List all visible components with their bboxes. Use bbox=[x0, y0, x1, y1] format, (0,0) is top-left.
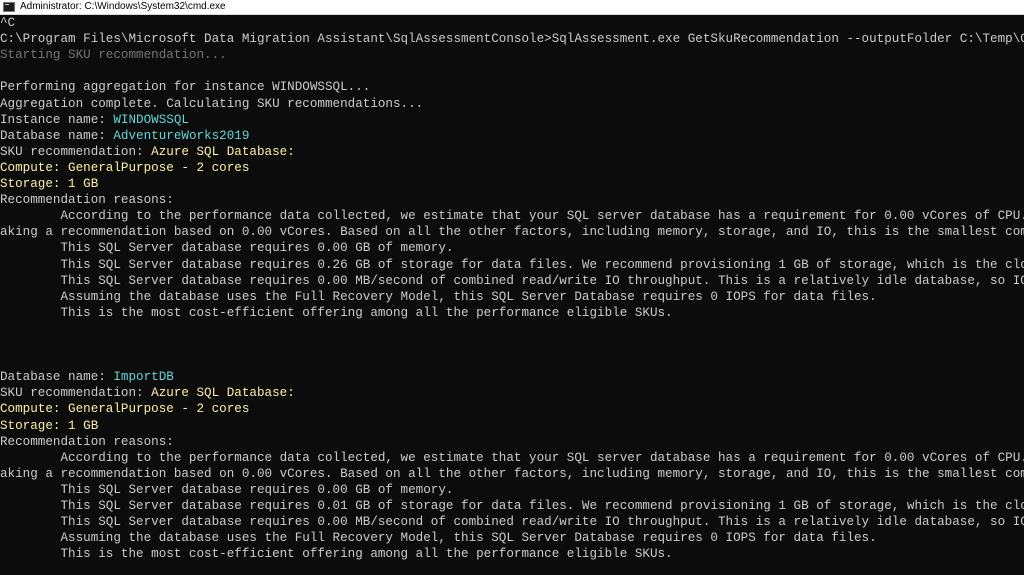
console-text: This is the most cost-efficient offering… bbox=[0, 547, 673, 562]
console-line: This SQL Server database requires 0.00 M… bbox=[0, 273, 1024, 289]
console-line: Recommendation reasons: bbox=[0, 434, 174, 450]
console-line: Assuming the database uses the Full Reco… bbox=[0, 289, 877, 305]
console-line: This SQL Server database requires 0.00 G… bbox=[0, 240, 453, 256]
console-line: SKU recommendation: Azure SQL Database: bbox=[0, 144, 295, 160]
console-text: Assuming the database uses the Full Reco… bbox=[0, 531, 877, 546]
console-text: Performing aggregation for instance WIND… bbox=[0, 80, 371, 95]
console-line: This SQL Server database requires 0.26 G… bbox=[0, 257, 1024, 273]
console-line: According to the performance data collec… bbox=[0, 208, 1024, 224]
console-line: Aggregation complete. Calculating SKU re… bbox=[0, 96, 423, 112]
console-line: According to the performance data collec… bbox=[0, 450, 1024, 466]
console-text: aking a recommendation based on 0.00 vCo… bbox=[0, 225, 1024, 240]
console-text: SKU recommendation: bbox=[0, 144, 152, 159]
console-text: This SQL Server database requires 0.00 M… bbox=[0, 515, 1024, 530]
console-text: According to the performance data collec… bbox=[0, 209, 1024, 224]
console-text: Database name: bbox=[0, 370, 114, 385]
console-line: ^C bbox=[0, 15, 15, 31]
console-text: This SQL Server database requires 0.00 G… bbox=[0, 482, 454, 497]
console-text: Assuming the database uses the Full Reco… bbox=[0, 289, 877, 304]
console-text: Azure SQL Database: bbox=[151, 144, 295, 159]
console-text: According to the performance data collec… bbox=[0, 450, 1024, 465]
console-line: C:\Program Files\Microsoft Data Migratio… bbox=[0, 31, 1024, 47]
console-line: Storage: 1 GB bbox=[0, 176, 98, 192]
console-output[interactable]: ^C C:\Program Files\Microsoft Data Migrat… bbox=[0, 15, 1024, 575]
console-line: Recommendation reasons: bbox=[0, 192, 174, 208]
console-text: Compute: GeneralPurpose - 2 cores bbox=[0, 402, 250, 417]
console-line: This SQL Server database requires 0.00 M… bbox=[0, 514, 1024, 530]
console-text: WINDOWSSQL bbox=[113, 112, 189, 127]
console-text: Instance name: bbox=[0, 112, 114, 127]
console-line: SKU recommendation: Azure SQL Database: bbox=[0, 385, 295, 401]
console-line: Performing aggregation for instance WIND… bbox=[0, 79, 370, 95]
console-text: Recommendation reasons: bbox=[0, 193, 174, 208]
title-bar[interactable]: Administrator: C:\Windows\System32\cmd.e… bbox=[0, 0, 1024, 15]
console-text: Database name: bbox=[0, 128, 114, 143]
cmd-icon[interactable] bbox=[3, 2, 15, 12]
console-line: Database name: AdventureWorks2019 bbox=[0, 128, 249, 144]
console-text: Compute: GeneralPurpose - 2 cores bbox=[0, 160, 250, 175]
console-line: This is the most cost-efficient offering… bbox=[0, 546, 673, 562]
console-text: Storage: 1 GB bbox=[0, 418, 99, 433]
console-line: Database name: ImportDB bbox=[0, 369, 174, 385]
console-text: This SQL Server database requires 0.01 G… bbox=[0, 499, 1024, 513]
console-text: This SQL Server database requires 0.00 G… bbox=[0, 241, 454, 256]
console-text: Recommendation reasons: bbox=[0, 434, 174, 449]
console-text: This SQL Server database requires 0.00 M… bbox=[0, 273, 1024, 288]
console-text: Azure SQL Database: bbox=[151, 386, 295, 401]
console-line: This SQL Server database requires 0.01 G… bbox=[0, 498, 1024, 514]
console-text: ^C bbox=[0, 16, 16, 30]
console-text: Storage: 1 GB bbox=[0, 177, 99, 191]
console-line: aking a recommendation based on 0.00 vCo… bbox=[0, 466, 1024, 482]
console-text: This is the most cost-efficient offering… bbox=[0, 305, 673, 320]
console-text: AdventureWorks2019 bbox=[113, 128, 250, 143]
console-text: This SQL Server database requires 0.26 G… bbox=[0, 257, 1024, 272]
console-text: Starting SKU recommendation... bbox=[0, 48, 227, 63]
console-text: ImportDB bbox=[113, 370, 174, 385]
console-line: Starting SKU recommendation... bbox=[0, 47, 227, 63]
console-line: Compute: GeneralPurpose - 2 cores bbox=[0, 401, 249, 417]
console-line: Storage: 1 GB bbox=[0, 418, 98, 434]
console-text: Aggregation complete. Calculating SKU re… bbox=[0, 96, 424, 111]
console-text: C:\Program Files\Microsoft Data Migratio… bbox=[0, 32, 1024, 47]
console-text: aking a recommendation based on 0.00 vCo… bbox=[0, 466, 1024, 481]
console-line: Instance name: WINDOWSSQL bbox=[0, 112, 189, 128]
console-line: aking a recommendation based on 0.00 vCo… bbox=[0, 224, 1024, 240]
console-line: This is the most cost-efficient offering… bbox=[0, 305, 673, 321]
console-line: This SQL Server database requires 0.00 G… bbox=[0, 482, 453, 498]
window-title: Administrator: C:\Windows\System32\cmd.e… bbox=[20, 1, 226, 12]
console-text: SKU recommendation: bbox=[0, 386, 152, 401]
console-line: Compute: GeneralPurpose - 2 cores bbox=[0, 160, 249, 176]
console-line: Assuming the database uses the Full Reco… bbox=[0, 530, 877, 546]
